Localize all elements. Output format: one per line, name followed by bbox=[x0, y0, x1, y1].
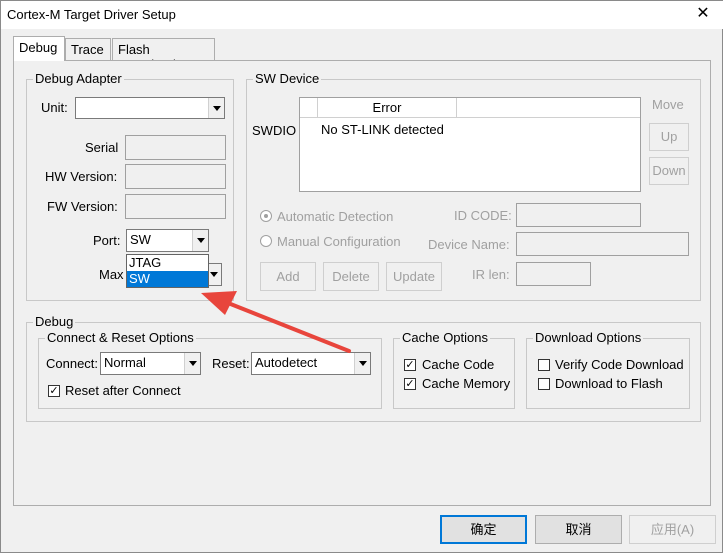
arrow-shaft bbox=[221, 299, 351, 353]
dialog-window: Cortex-M Target Driver Setup ✕ Debug Tra… bbox=[0, 0, 724, 553]
annotation-arrow bbox=[201, 291, 351, 353]
